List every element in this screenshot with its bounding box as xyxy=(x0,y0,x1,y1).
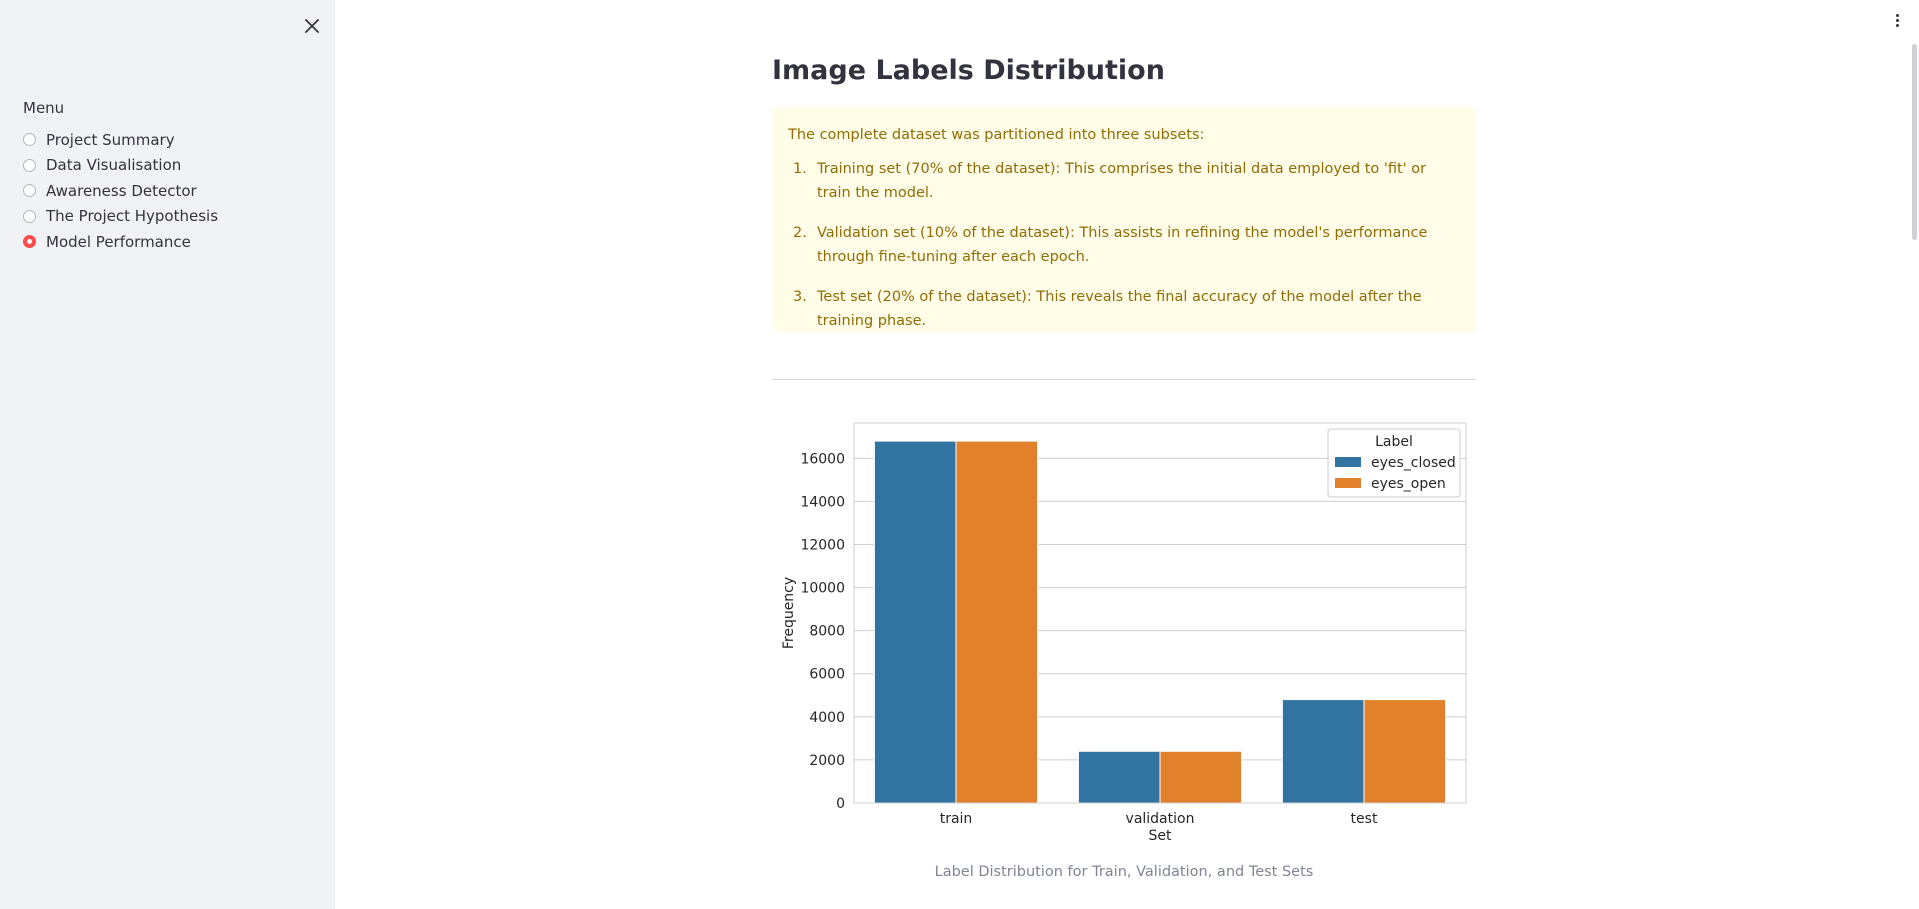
legend-label-eyes_closed: eyes_closed xyxy=(1371,455,1456,471)
menu-item-label: Project Summary xyxy=(46,130,175,149)
list-item-text: Training set (70% of the dataset): This … xyxy=(817,161,1427,201)
y-tick-label: 6000 xyxy=(809,667,845,683)
legend-title: Label xyxy=(1375,434,1413,450)
menu-item-model-performance[interactable]: Model Performance xyxy=(23,229,218,255)
list-item-number: 1. xyxy=(793,161,807,177)
bar-eyes_open-validation xyxy=(1159,750,1243,804)
menu-label: Menu xyxy=(23,99,65,117)
bar-eyes_open-test xyxy=(1363,699,1447,804)
y-tick-label: 8000 xyxy=(809,624,845,640)
legend-label-eyes_open: eyes_open xyxy=(1371,476,1446,492)
list-item: 2. Validation set (10% of the dataset): … xyxy=(788,221,1462,269)
close-icon xyxy=(305,19,319,33)
bar-eyes_closed-train xyxy=(873,440,957,804)
menu-item-label: Model Performance xyxy=(46,232,191,251)
y-tick-label: 2000 xyxy=(809,753,845,769)
page-title: Image Labels Distribution xyxy=(772,55,1165,86)
list-item-number: 2. xyxy=(793,225,807,241)
radio-button[interactable] xyxy=(23,184,36,198)
radio-button[interactable] xyxy=(23,158,36,172)
radio-button-selected[interactable] xyxy=(23,235,36,249)
menu-item-project-hypothesis[interactable]: The Project Hypothesis xyxy=(23,204,218,230)
legend-swatch-eyes_open xyxy=(1335,478,1361,488)
alert-list: 1. Training set (70% of the dataset): Th… xyxy=(788,157,1462,333)
y-tick-label: 0 xyxy=(836,796,845,812)
y-tick-label: 16000 xyxy=(800,451,845,467)
menu-item-project-summary[interactable]: Project Summary xyxy=(23,127,218,153)
list-item: 3. Test set (20% of the dataset): This r… xyxy=(788,285,1462,333)
radio-button[interactable] xyxy=(23,133,36,147)
chart-caption: Label Distribution for Train, Validation… xyxy=(934,864,1314,880)
list-item-text: Test set (20% of the dataset): This reve… xyxy=(817,289,1422,329)
menu-item-label: The Project Hypothesis xyxy=(46,207,219,226)
close-sidebar-button[interactable] xyxy=(300,14,324,38)
y-axis-label: Frequency xyxy=(781,577,797,649)
x-tick-label: train xyxy=(940,811,973,827)
y-tick-label: 12000 xyxy=(800,537,845,553)
menu-item-label: Data Visualisation xyxy=(46,156,182,175)
x-axis-label: Set xyxy=(1149,828,1173,844)
sidebar: Menu Project Summary Data Visualisation … xyxy=(0,0,335,909)
y-tick-label: 4000 xyxy=(809,710,845,726)
x-tick-label: test xyxy=(1351,811,1378,827)
menu-item-awareness-detector[interactable]: Awareness Detector xyxy=(23,178,218,204)
list-item: 1. Training set (70% of the dataset): Th… xyxy=(788,157,1462,205)
y-tick-label: 10000 xyxy=(800,581,845,597)
y-tick-label: 14000 xyxy=(800,494,845,510)
more-options-icon[interactable] xyxy=(1893,12,1901,32)
menu-radio-group: Project Summary Data Visualisation Aware… xyxy=(23,127,218,255)
bar-eyes_open-train xyxy=(955,440,1039,804)
bar-eyes_closed-test xyxy=(1281,699,1365,804)
menu-item-label: Awareness Detector xyxy=(46,181,197,200)
bar-eyes_closed-validation xyxy=(1077,750,1161,804)
list-item-number: 3. xyxy=(793,289,807,305)
list-item-text: Validation set (10% of the dataset): Thi… xyxy=(817,225,1428,265)
label-distribution-chart: train validation test 0 2000 4000 6000 8000 1000… xyxy=(781,422,1467,844)
menu-item-data-visualisation[interactable]: Data Visualisation xyxy=(23,153,218,179)
x-tick-label: validation xyxy=(1126,811,1195,827)
legend-swatch-eyes_closed xyxy=(1335,457,1361,467)
info-alert: The complete dataset was partitioned int… xyxy=(772,107,1476,332)
scrollbar-thumb[interactable] xyxy=(1912,44,1917,240)
alert-intro: The complete dataset was partitioned int… xyxy=(788,127,1205,143)
divider xyxy=(772,379,1476,380)
radio-button[interactable] xyxy=(23,209,36,223)
